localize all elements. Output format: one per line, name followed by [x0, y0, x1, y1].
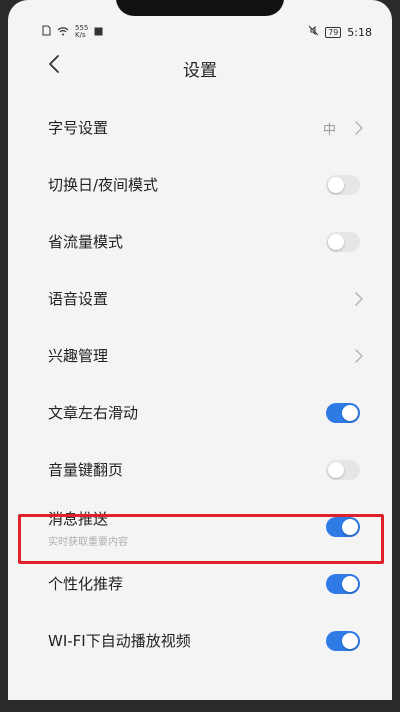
setting-row-swipe: 文章左右滑动: [8, 384, 392, 441]
day-night-toggle[interactable]: [326, 175, 360, 195]
toggle-knob: [342, 405, 358, 421]
setting-label: 音量键翻页: [48, 461, 124, 479]
settings-list: 字号设置 中 切换日/夜间模式 省流量模式 语音设置 兴趣管理 文章左右滑动 音…: [8, 99, 392, 669]
setting-label: 文章左右滑动: [48, 404, 139, 422]
network-speed: 555 K/s: [75, 25, 88, 39]
push-toggle[interactable]: [326, 517, 360, 537]
status-left: 555 K/s: [42, 25, 103, 39]
speed-unit: K/s: [75, 31, 86, 39]
bottom-bezel: [0, 700, 400, 712]
chevron-right-icon: [355, 349, 363, 363]
wifi-icon: [57, 26, 69, 39]
toggle-knob: [342, 519, 358, 535]
setting-label: WI-FI下自动播放视频: [48, 632, 191, 650]
status-bar: 555 K/s 79 5:18: [8, 22, 392, 42]
chevron-right-icon: [355, 121, 363, 135]
header: 设置: [8, 48, 392, 84]
sim-icon: [42, 25, 51, 39]
setting-row-push: 消息推送 实时获取重要内容: [8, 498, 392, 555]
volume-key-toggle[interactable]: [326, 460, 360, 480]
setting-label: 语音设置: [48, 290, 109, 308]
setting-row-volume-key: 音量键翻页: [8, 441, 392, 498]
setting-row-font-size[interactable]: 字号设置 中: [8, 99, 392, 156]
toggle-knob: [328, 234, 344, 250]
mute-icon: [308, 25, 319, 39]
status-right: 79 5:18: [308, 25, 372, 39]
setting-label: 字号设置: [48, 119, 109, 137]
data-saver-toggle[interactable]: [326, 232, 360, 252]
toggle-knob: [328, 462, 344, 478]
personalized-toggle[interactable]: [326, 574, 360, 594]
notification-icon: [94, 26, 103, 39]
setting-row-interests[interactable]: 兴趣管理: [8, 327, 392, 384]
setting-value: 中: [322, 123, 336, 138]
setting-label: 切换日/夜间模式: [48, 176, 159, 194]
setting-row-wifi-autoplay: WI-FI下自动播放视频: [8, 612, 392, 669]
setting-sublabel: 实时获取重要内容: [48, 537, 128, 548]
setting-label: 省流量模式: [48, 233, 124, 251]
setting-row-personalized: 个性化推荐: [8, 555, 392, 612]
battery-indicator: 79: [325, 26, 342, 38]
setting-label: 个性化推荐: [48, 575, 124, 593]
setting-label: 消息推送: [48, 510, 109, 528]
setting-row-data-saver: 省流量模式: [8, 213, 392, 270]
notch: [116, 0, 284, 16]
phone-screen: 555 K/s 79 5:18 设置 字号设置 中 切换日/夜间模式 省流量模式…: [8, 0, 392, 712]
page-title: 设置: [183, 61, 217, 81]
setting-row-day-night: 切换日/夜间模式: [8, 156, 392, 213]
toggle-knob: [342, 633, 358, 649]
chevron-right-icon: [355, 292, 363, 306]
swipe-toggle[interactable]: [326, 403, 360, 423]
setting-row-voice[interactable]: 语音设置: [8, 270, 392, 327]
setting-label: 兴趣管理: [48, 347, 109, 365]
toggle-knob: [328, 177, 344, 193]
toggle-knob: [342, 576, 358, 592]
clock: 5:18: [347, 25, 372, 39]
wifi-autoplay-toggle[interactable]: [326, 631, 360, 651]
